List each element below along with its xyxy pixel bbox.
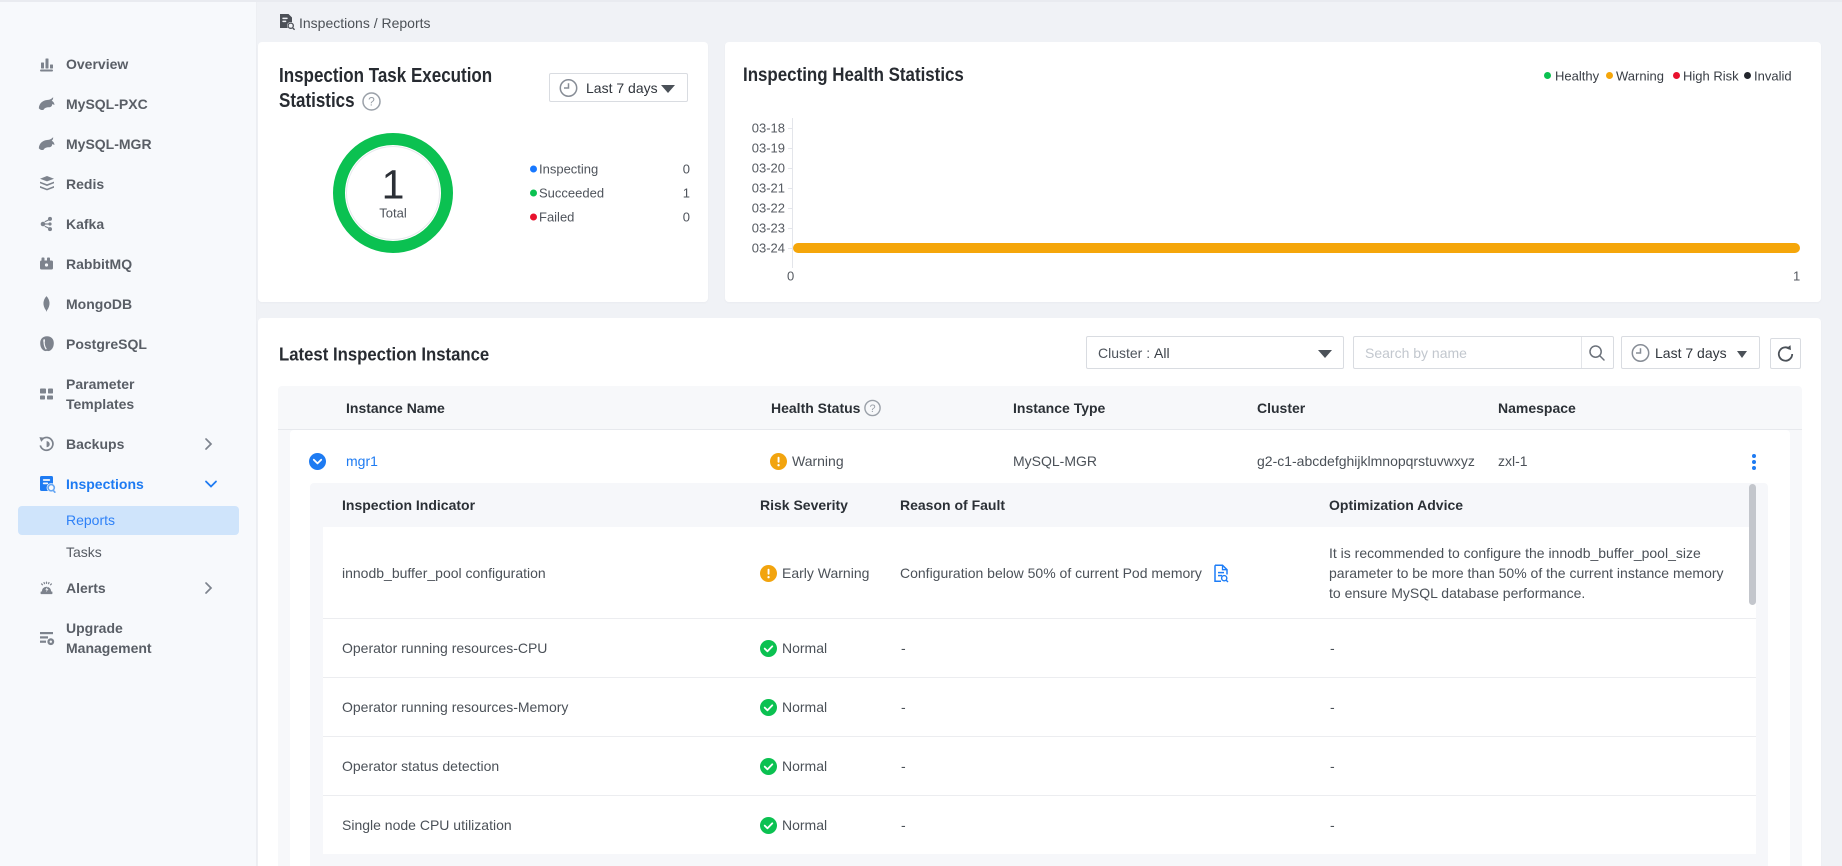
svg-text:?: ? xyxy=(368,95,375,109)
svg-text:?: ? xyxy=(870,403,876,415)
